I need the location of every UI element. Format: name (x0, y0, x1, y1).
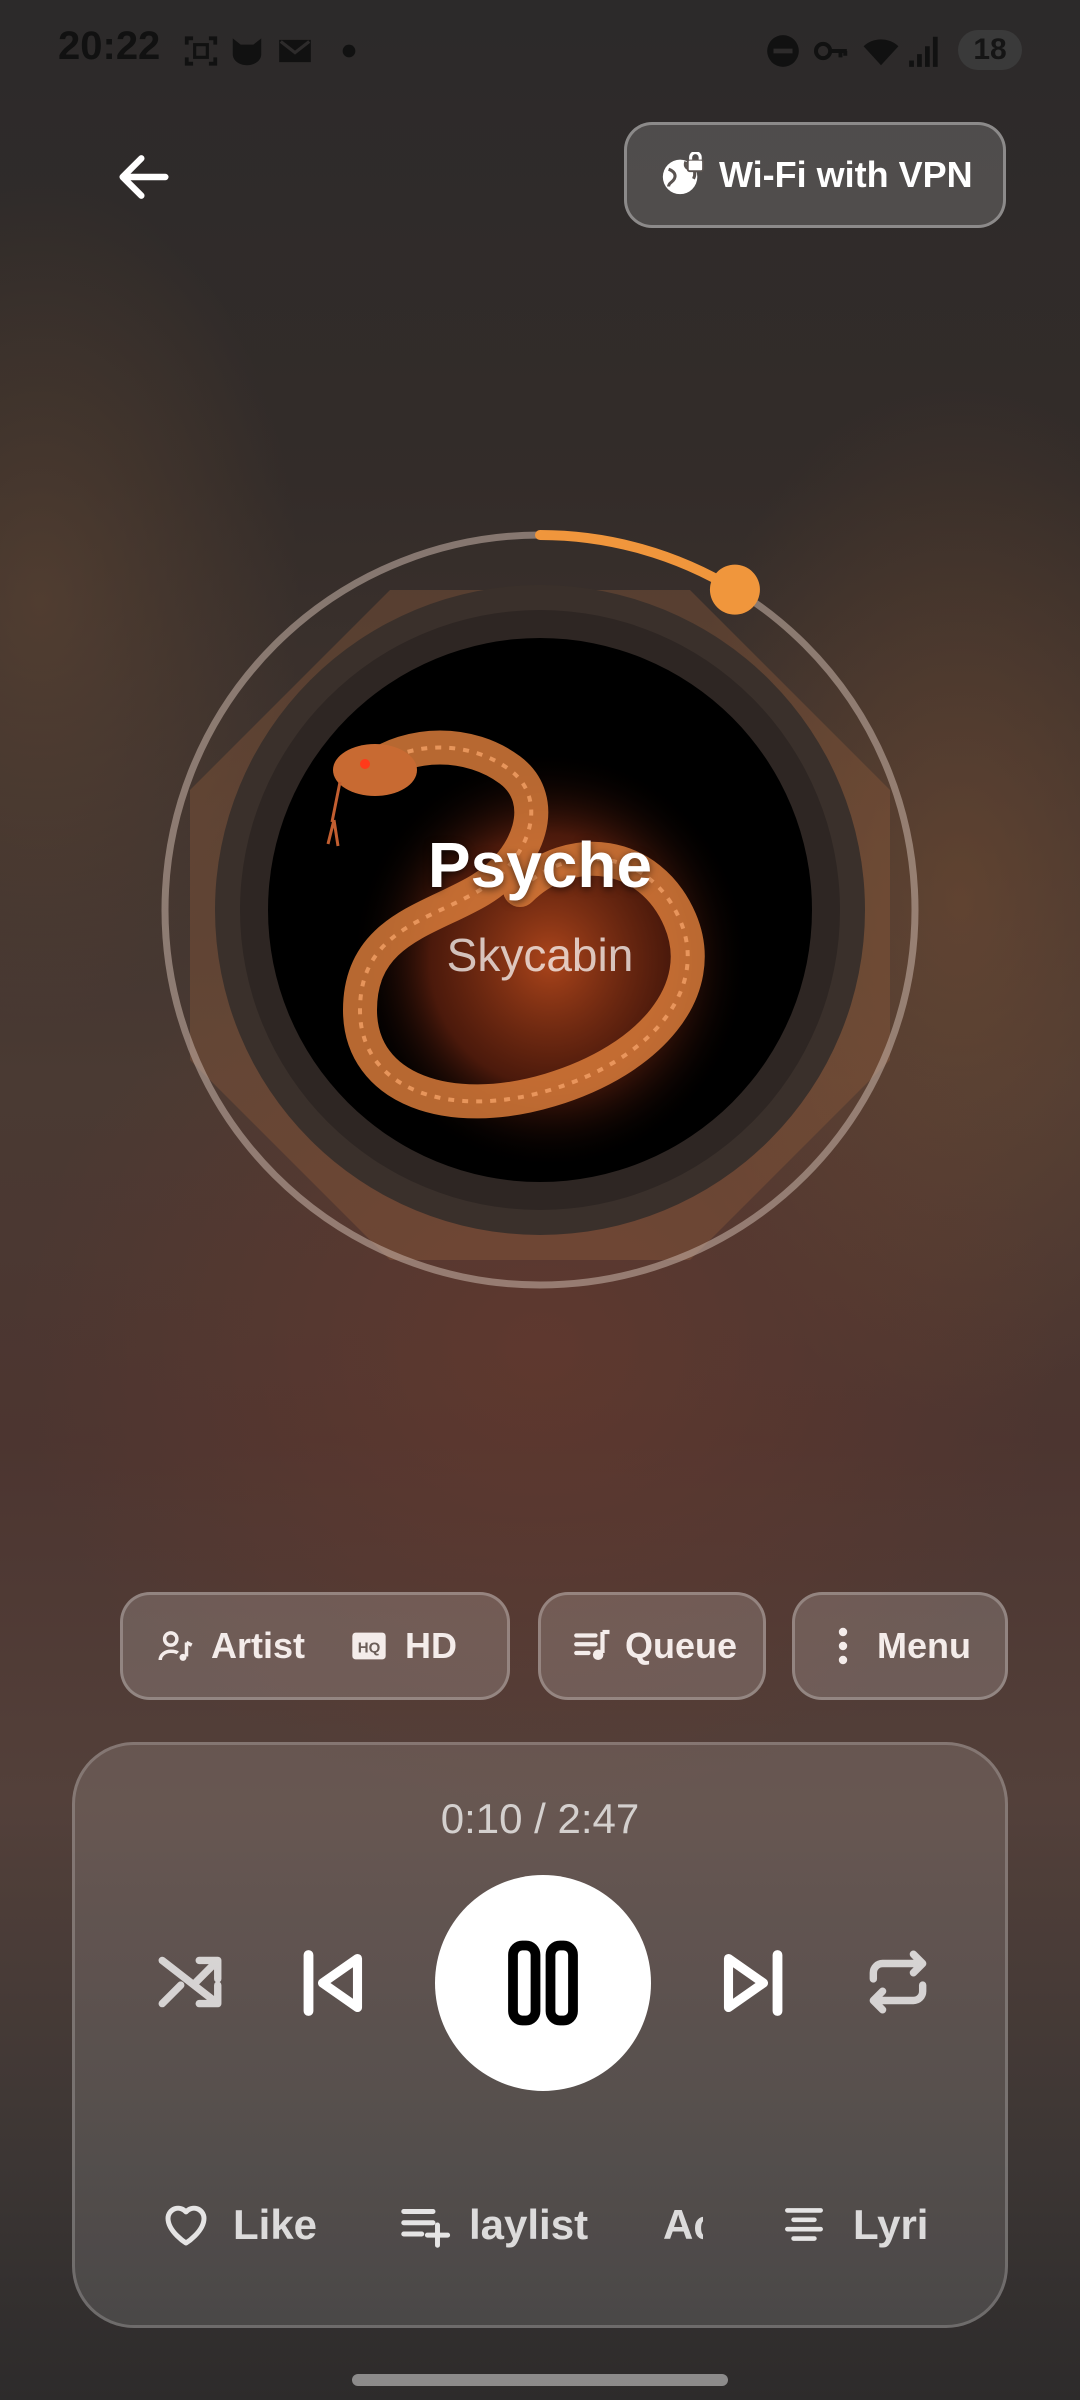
bottom-actions: Like laylist Ac Lyri (75, 2185, 1005, 2265)
pause-button[interactable] (435, 1875, 651, 2091)
add-to-playlist-button[interactable]: laylist (397, 2185, 667, 2265)
player-controls-panel: 0:10 / 2:47 Like laylist A Lyri (72, 1742, 1008, 2328)
progress-thumb[interactable] (709, 564, 760, 615)
battery-level: 18 (973, 33, 1007, 66)
person-music-icon (158, 1631, 193, 1661)
dnd-icon (767, 35, 799, 67)
screenshot-icon (184, 36, 218, 66)
battery-icon: 18 (958, 30, 1022, 70)
lyrics-button[interactable]: Lyri (779, 2185, 949, 2265)
previous-icon[interactable] (291, 1941, 375, 2025)
time-display: 0:10 / 2:47 (440, 1795, 640, 1842)
add-label: Ac (663, 2201, 703, 2248)
queue-label: Queue (625, 1625, 738, 1666)
network-status-button[interactable]: Wi-Fi with VPN (624, 122, 1006, 228)
vpn-key-icon (813, 41, 848, 61)
queue-music-icon (574, 1629, 610, 1660)
hd-button[interactable]: HQ HD (349, 1625, 457, 1667)
globe-lock-icon (662, 152, 705, 195)
like-button[interactable]: Like (159, 2185, 317, 2265)
home-indicator[interactable] (352, 2374, 728, 2386)
status-bar: 20:22 18 (0, 0, 1080, 100)
more-vert-icon (838, 1627, 848, 1665)
heart-icon (165, 2205, 207, 2246)
wifi-icon (863, 39, 899, 66)
cat-icon (232, 38, 262, 66)
lyrics-label: Lyri (853, 2201, 929, 2248)
repeat-icon[interactable] (861, 1945, 935, 2019)
next-icon[interactable] (711, 1941, 795, 2025)
track-title: Psyche (427, 829, 653, 901)
progress-arc (535, 530, 740, 595)
menu-button[interactable]: Menu (792, 1592, 1008, 1700)
artist-hd-chip: Artist HQ HD (120, 1592, 510, 1700)
artist-label: Artist (211, 1625, 306, 1666)
track-artist: Skycabin (446, 929, 634, 981)
hd-label: HD (405, 1625, 458, 1666)
now-playing-screen: 20:22 18 Wi-Fi with VPN Psyche Skycabin … (0, 0, 1080, 2400)
menu-label: Menu (877, 1625, 971, 1666)
queue-button[interactable]: Queue (538, 1592, 766, 1700)
add-button[interactable]: Ac (663, 2185, 703, 2265)
playlist-add-icon (401, 2209, 451, 2248)
pause-icon (508, 1940, 578, 2026)
status-time: 20:22 (58, 24, 161, 68)
gmail-icon (279, 39, 311, 63)
signal-icon (909, 36, 938, 67)
hq-icon: HQ (352, 1632, 386, 1660)
album-art-dial[interactable] (150, 520, 930, 1300)
shuffle-icon[interactable] (153, 1945, 227, 2019)
dot-icon (342, 44, 356, 58)
artist-button[interactable]: Artist (155, 1625, 305, 1667)
svg-text:HQ: HQ (358, 1640, 381, 1657)
network-status-label: Wi-Fi with VPN (719, 154, 973, 195)
like-label: Like (233, 2201, 318, 2248)
lyrics-icon (785, 2208, 823, 2241)
playlist-label: laylist (469, 2201, 589, 2248)
back-button[interactable] (112, 145, 176, 209)
